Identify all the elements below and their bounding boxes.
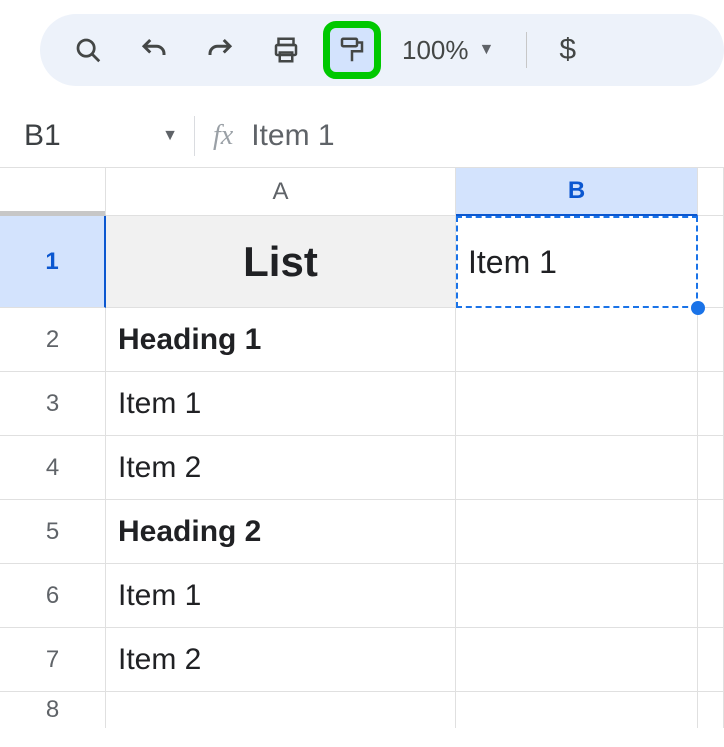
cell-c3[interactable] [698, 372, 724, 436]
cell-b6[interactable] [456, 564, 698, 628]
name-box-value: B1 [24, 119, 61, 153]
zoom-label: 100% [402, 35, 469, 66]
cell-b7[interactable] [456, 628, 698, 692]
name-box[interactable]: B1 ▼ [24, 119, 194, 153]
cell-b1[interactable]: Item 1 [456, 216, 698, 308]
cell-a4[interactable]: Item 2 [106, 436, 456, 500]
row-header-4[interactable]: 4 [0, 436, 106, 500]
row-header-7[interactable]: 7 [0, 628, 106, 692]
column-header-a[interactable]: A [106, 168, 456, 216]
cell-c1[interactable] [698, 216, 724, 308]
chevron-down-icon: ▼ [162, 127, 178, 145]
selection-handle[interactable] [691, 301, 705, 315]
row-header-2[interactable]: 2 [0, 308, 106, 372]
row-header-1[interactable]: 1 [0, 216, 106, 308]
print-icon[interactable] [262, 26, 310, 74]
cell-b5[interactable] [456, 500, 698, 564]
cell-b8[interactable] [456, 692, 698, 728]
row-header-8[interactable]: 8 [0, 692, 106, 728]
select-all-corner[interactable] [0, 168, 106, 216]
fx-icon[interactable]: fx [213, 120, 233, 152]
cell-a3[interactable]: Item 1 [106, 372, 456, 436]
column-header-c[interactable] [698, 168, 724, 216]
cell-c6[interactable] [698, 564, 724, 628]
divider [194, 116, 195, 156]
search-icon[interactable] [64, 26, 112, 74]
zoom-dropdown[interactable]: 100% ▼ [394, 35, 502, 66]
undo-icon[interactable] [130, 26, 178, 74]
cell-b1-value: Item 1 [468, 244, 557, 281]
cell-b4[interactable] [456, 436, 698, 500]
cell-c5[interactable] [698, 500, 724, 564]
cell-c4[interactable] [698, 436, 724, 500]
redo-icon[interactable] [196, 26, 244, 74]
cell-b2[interactable] [456, 308, 698, 372]
chevron-down-icon: ▼ [479, 41, 495, 59]
spreadsheet-grid: A B 1 List Item 1 2 Heading 1 3 Item 1 4… [0, 168, 724, 728]
cell-c8[interactable] [698, 692, 724, 728]
row-header-3[interactable]: 3 [0, 372, 106, 436]
column-header-b[interactable]: B [456, 168, 698, 216]
row-header-5[interactable]: 5 [0, 500, 106, 564]
cell-a5[interactable]: Heading 2 [106, 500, 456, 564]
paint-format-icon[interactable] [328, 26, 376, 74]
cell-b3[interactable] [456, 372, 698, 436]
cell-c2[interactable] [698, 308, 724, 372]
toolbar-divider [526, 32, 527, 68]
currency-format-button[interactable]: $ [551, 33, 584, 67]
cell-a6[interactable]: Item 1 [106, 564, 456, 628]
formula-input[interactable]: Item 1 [251, 119, 334, 153]
toolbar: 100% ▼ $ [40, 14, 724, 86]
currency-label: $ [559, 33, 576, 66]
toolbar-container: 100% ▼ $ [0, 0, 724, 104]
formula-bar: B1 ▼ fx Item 1 [0, 104, 724, 168]
cell-a1[interactable]: List [106, 216, 456, 308]
cell-a2[interactable]: Heading 1 [106, 308, 456, 372]
cell-a7[interactable]: Item 2 [106, 628, 456, 692]
cell-a8[interactable] [106, 692, 456, 728]
row-header-6[interactable]: 6 [0, 564, 106, 628]
cell-c7[interactable] [698, 628, 724, 692]
